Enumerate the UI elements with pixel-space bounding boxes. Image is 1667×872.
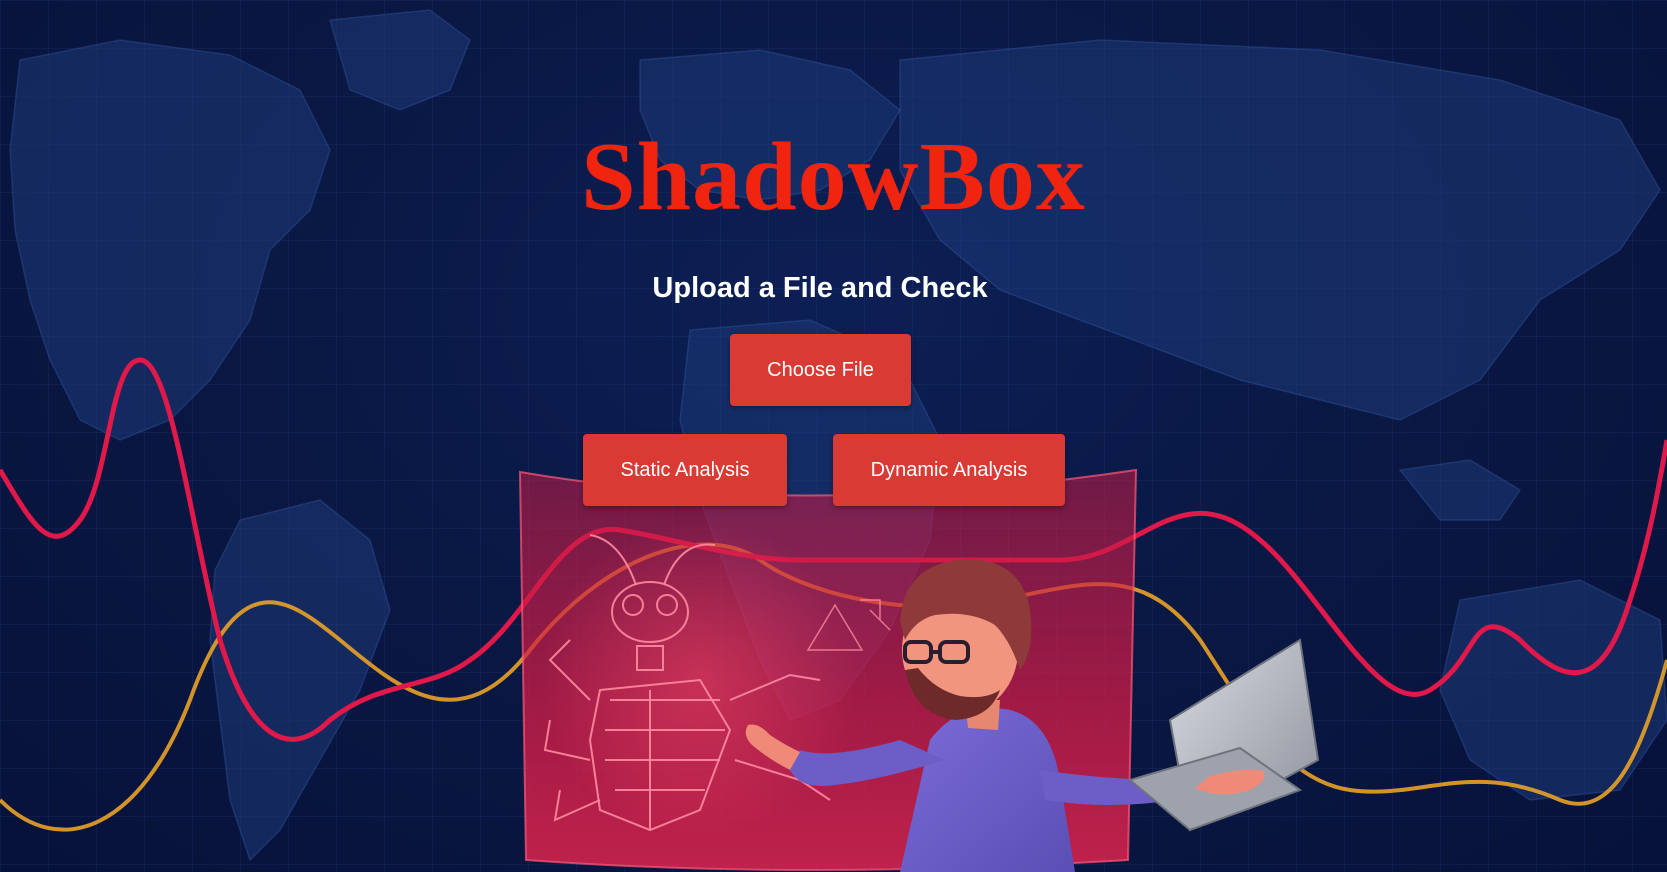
static-analysis-button[interactable]: Static Analysis	[583, 434, 787, 506]
landing-page: ShadowBox Upload a File and Check Choose…	[0, 0, 1667, 872]
page-title: ShadowBox	[581, 123, 1086, 231]
dynamic-analysis-button[interactable]: Dynamic Analysis	[833, 434, 1065, 506]
choose-file-button[interactable]: Choose File	[730, 334, 911, 406]
upload-heading: Upload a File and Check	[652, 272, 988, 304]
laptop-icon	[1127, 638, 1320, 832]
